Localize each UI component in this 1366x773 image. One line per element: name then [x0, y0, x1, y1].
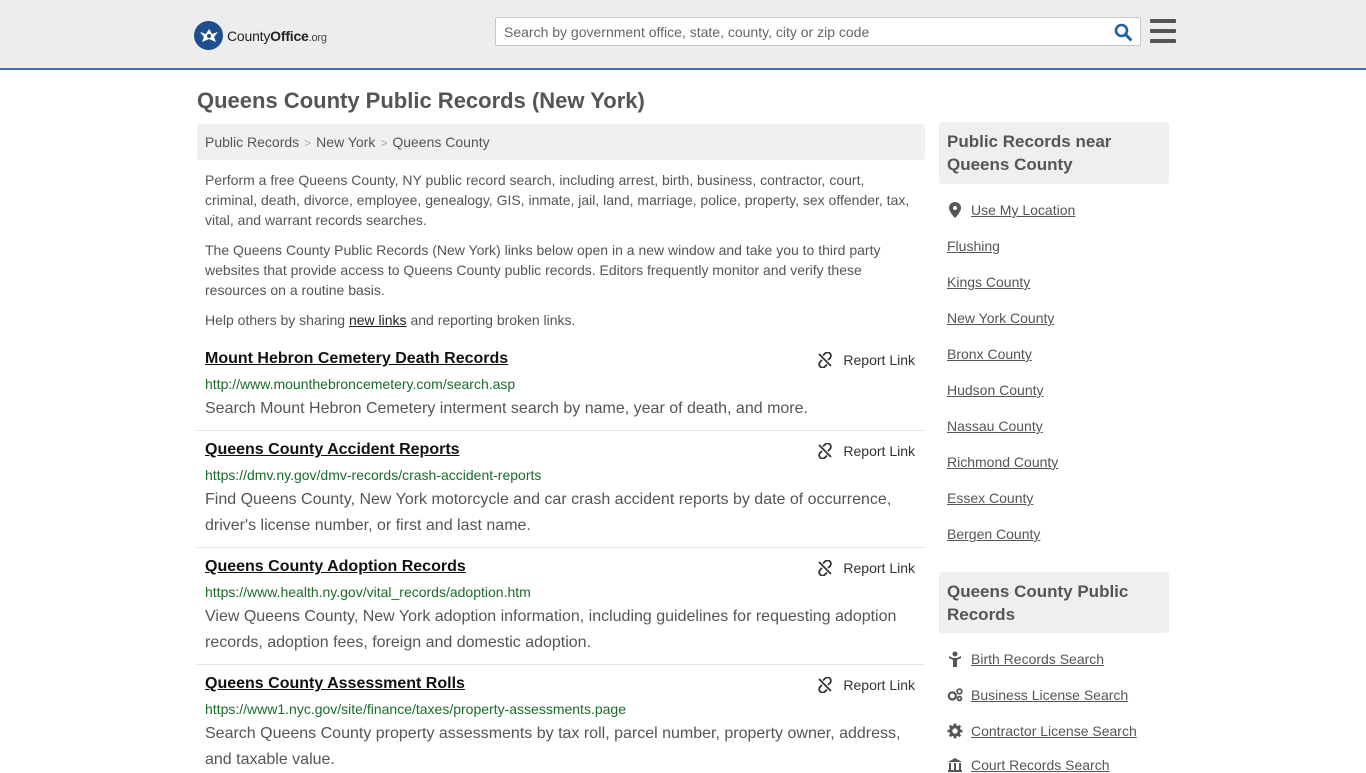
- nearby-link[interactable]: Essex County: [947, 490, 1033, 506]
- page-title: Queens County Public Records (New York): [197, 88, 645, 113]
- county-records-heading: Queens County Public Records: [939, 572, 1169, 633]
- hamburger-menu-icon[interactable]: [1150, 19, 1176, 43]
- record-description: Search Mount Hebron Cemetery interment s…: [205, 400, 808, 417]
- report-link-button[interactable]: Report Link: [817, 677, 915, 693]
- nearby-link[interactable]: Hudson County: [947, 382, 1044, 398]
- court-records-link[interactable]: Court Records Search: [947, 757, 1110, 773]
- nearby-link[interactable]: Nassau County: [947, 418, 1043, 434]
- record-description: Search Queens County property assessment…: [205, 725, 901, 768]
- map-marker-icon: [947, 202, 963, 218]
- report-link-button[interactable]: Report Link: [817, 352, 915, 368]
- gears-icon: [947, 687, 963, 703]
- search-icon: [1114, 23, 1132, 41]
- broken-link-icon: [818, 443, 833, 459]
- nearby-link[interactable]: Bronx County: [947, 346, 1032, 362]
- site-header: CountyOffice.org: [0, 0, 1366, 70]
- gear-icon: [947, 723, 963, 739]
- record-item: Queens County Adoption Records Report Li…: [197, 558, 925, 665]
- record-title-link[interactable]: Queens County Accident Reports: [205, 441, 460, 459]
- nearby-link[interactable]: Kings County: [947, 274, 1030, 290]
- birth-records-link[interactable]: Birth Records Search: [947, 651, 1104, 667]
- breadcrumb-separator: >: [304, 136, 312, 150]
- baby-icon: [947, 651, 963, 667]
- record-title-link[interactable]: Mount Hebron Cemetery Death Records: [205, 350, 508, 368]
- help-paragraph: Help others by sharing new links and rep…: [205, 312, 576, 328]
- record-item: Queens County Accident Reports Report Li…: [197, 441, 925, 548]
- record-item: Queens County Assessment Rolls Report Li…: [197, 675, 925, 768]
- record-description: View Queens County, New York adoption in…: [205, 608, 897, 651]
- search-button[interactable]: [1112, 22, 1134, 42]
- breadcrumb-separator: >: [380, 136, 388, 150]
- search-input[interactable]: [496, 18, 1106, 45]
- record-url: https://www.health.ny.gov/vital_records/…: [205, 584, 531, 600]
- intro-paragraph: Perform a free Queens County, NY public …: [205, 172, 910, 228]
- new-links-link[interactable]: new links: [349, 312, 407, 328]
- site-logo[interactable]: CountyOffice.org: [194, 21, 327, 50]
- disclaimer-paragraph: The Queens County Public Records (New Yo…: [205, 242, 881, 298]
- search-bar: [495, 17, 1141, 46]
- record-url: http://www.mounthebroncemetery.com/searc…: [205, 376, 516, 392]
- record-title-link[interactable]: Queens County Assessment Rolls: [205, 675, 465, 693]
- breadcrumb-public-records[interactable]: Public Records: [205, 134, 299, 150]
- nearby-link[interactable]: Bergen County: [947, 526, 1040, 542]
- record-url: https://dmv.ny.gov/dmv-records/crash-acc…: [205, 467, 542, 483]
- record-title-link[interactable]: Queens County Adoption Records: [205, 558, 466, 576]
- use-my-location-link[interactable]: Use My Location: [947, 202, 1075, 218]
- record-item: Mount Hebron Cemetery Death Records Repo…: [197, 350, 925, 431]
- eagle-seal-icon: [194, 21, 223, 50]
- breadcrumb-queens-county: Queens County: [392, 134, 490, 150]
- nearby-link[interactable]: New York County: [947, 310, 1054, 326]
- courthouse-icon: [947, 757, 963, 773]
- logo-wordmark: CountyOffice.org: [227, 27, 327, 44]
- broken-link-icon: [818, 677, 833, 693]
- broken-link-icon: [818, 352, 833, 368]
- nearby-link[interactable]: Flushing: [947, 238, 1000, 254]
- breadcrumb: Public Records > New York > Queens County: [197, 124, 925, 160]
- nearby-link[interactable]: Richmond County: [947, 454, 1058, 470]
- report-link-button[interactable]: Report Link: [817, 560, 915, 576]
- report-link-button[interactable]: Report Link: [817, 443, 915, 459]
- record-description: Find Queens County, New York motorcycle …: [205, 491, 892, 534]
- nearby-heading: Public Records near Queens County: [939, 122, 1169, 184]
- business-license-link[interactable]: Business License Search: [947, 687, 1128, 703]
- breadcrumb-new-york[interactable]: New York: [316, 134, 375, 150]
- broken-link-icon: [818, 560, 833, 576]
- contractor-license-link[interactable]: Contractor License Search: [947, 723, 1137, 739]
- record-url: https://www1.nyc.gov/site/finance/taxes/…: [205, 701, 626, 717]
